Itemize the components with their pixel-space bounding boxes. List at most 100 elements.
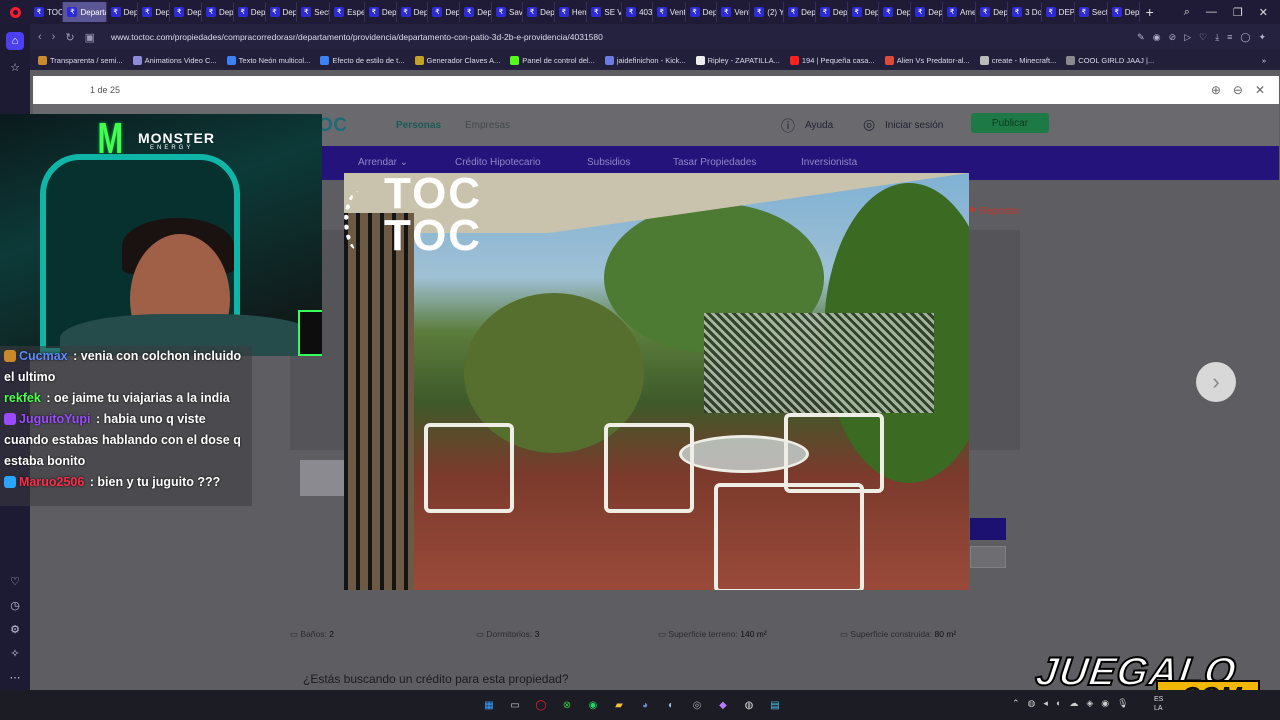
help-icon[interactable]: ⓘ — [781, 116, 795, 136]
edit-icon[interactable]: ✎ — [1137, 32, 1145, 43]
nav-login[interactable]: Iniciar sesión — [885, 120, 943, 131]
browser-tab[interactable]: ₹ Dep — [686, 2, 718, 22]
browser-tab[interactable]: ₹ Dep — [202, 2, 234, 22]
browser-tab[interactable]: ₹ TOC — [30, 2, 64, 22]
nav-personas[interactable]: Personas — [396, 120, 441, 131]
bookmarks-more-icon[interactable]: » — [1262, 56, 1266, 65]
user-icon[interactable]: ◎ — [863, 116, 875, 133]
spotify-icon[interactable]: ◉ — [584, 696, 602, 714]
browser-tab[interactable]: ₹ Herr — [555, 2, 588, 22]
home-icon[interactable]: ⌂ — [6, 32, 24, 50]
start-icon[interactable]: ▦ — [480, 696, 498, 714]
browser-tab[interactable]: ₹ Dep — [397, 2, 429, 22]
browser-tab[interactable]: ₹ Dep — [428, 2, 461, 22]
url-field[interactable]: www.toctoc.com/propiedades/compracorredo… — [111, 32, 1127, 42]
browser-tab[interactable]: ₹ SE V — [587, 2, 623, 22]
menu-arrendar[interactable]: Arrendar ⌄ — [358, 157, 408, 168]
bookmark-item[interactable]: Transparenta / semi... — [38, 55, 123, 65]
tray-app-icon[interactable]: ◉ — [1101, 698, 1109, 709]
browser-tab[interactable]: ₹ Sav — [492, 2, 524, 22]
download-icon[interactable]: ⤓ — [1215, 32, 1219, 43]
obs-icon[interactable]: ◎ — [688, 696, 706, 714]
notepad-icon[interactable]: ▤ — [766, 696, 784, 714]
browser-tab[interactable]: ₹ Ame — [943, 2, 977, 22]
back-icon[interactable]: ‹ — [38, 31, 42, 43]
menu-subsidios[interactable]: Subsidios — [587, 157, 630, 168]
secondary-button[interactable] — [970, 546, 1006, 568]
bookmark-item[interactable]: Panel de control del... — [510, 55, 595, 65]
profile-icon[interactable]: ◯ — [1240, 32, 1250, 43]
contact-button[interactable] — [970, 518, 1006, 540]
browser-tab[interactable]: ₹ Dep — [879, 2, 912, 22]
bookmark-item[interactable]: Alien Vs Predator-al... — [884, 55, 970, 65]
more-icon[interactable]: ⋯ — [6, 668, 24, 686]
browser-tab[interactable]: ₹ Dep — [266, 2, 298, 22]
minimize-icon[interactable]: — — [1206, 6, 1217, 19]
browser-tab[interactable]: ₹ Dep — [1108, 2, 1140, 22]
browser-tab[interactable]: ₹403 — [622, 2, 653, 22]
reload-icon[interactable]: ↻ — [65, 31, 74, 44]
new-tab-button[interactable]: + — [1140, 4, 1160, 20]
zoom-in-icon[interactable]: ⊕ — [1211, 83, 1221, 97]
browser-tab[interactable]: ₹ Dep — [911, 2, 944, 22]
bookmark-item[interactable]: Ripley - ZAPATILLA... — [695, 55, 780, 65]
bookmark-item[interactable]: 194 | Pequeña casa... — [789, 55, 875, 65]
bookmark-item[interactable]: create - Minecraft... — [979, 55, 1056, 65]
browser-tab[interactable]: ₹ (2) Y — [750, 2, 785, 22]
browser-tab[interactable]: ₹ Dep — [784, 2, 816, 22]
discord-icon[interactable]: ◕ — [636, 696, 654, 714]
heart-outline-icon[interactable]: ♡ — [1199, 32, 1207, 43]
opera-logo-icon[interactable] — [0, 0, 30, 24]
report-link[interactable]: ⚑ Reportar — [968, 206, 1019, 217]
steam-icon[interactable]: ◐ — [662, 696, 680, 714]
cloud-icon[interactable]: ☁ — [1069, 698, 1078, 709]
camera-icon[interactable]: ◉ — [1153, 32, 1161, 43]
browser-tab[interactable]: ₹ Vent — [653, 2, 686, 22]
tray-app-icon[interactable]: ◂ — [1043, 698, 1048, 709]
bookmark-item[interactable]: COOL GIRLD JAAJ |... — [1066, 55, 1154, 65]
xbox-icon[interactable]: ⊗ — [558, 696, 576, 714]
bookmark-item[interactable]: jaidefinichon - Kick... — [604, 55, 686, 65]
browser-tab[interactable]: ₹ Dep — [234, 2, 266, 22]
extension-icon[interactable]: ✦ — [1258, 32, 1266, 43]
bookmark-item[interactable]: Efecto de estilo de t... — [320, 55, 405, 65]
search-icon[interactable]: ⌕ — [1184, 6, 1190, 19]
speed-dial-icon[interactable]: ☆ — [6, 58, 24, 76]
browser-tab[interactable]: ₹ Dep — [365, 2, 397, 22]
menu-inversionista[interactable]: Inversionista — [801, 157, 857, 168]
nav-empresas[interactable]: Empresas — [465, 120, 510, 131]
close-gallery-icon[interactable]: ✕ — [1255, 83, 1265, 97]
tray-app-icon[interactable]: ◍ — [1028, 698, 1036, 709]
microphone-icon[interactable]: 🎙︎ — [1117, 698, 1128, 709]
heart-icon[interactable]: ♡ — [6, 572, 24, 590]
app-icon[interactable]: ◆ — [714, 696, 732, 714]
browser-tab[interactable]: ₹3 Do — [1008, 2, 1042, 22]
opera-taskbar-icon[interactable]: ◯ — [532, 696, 550, 714]
browser-tab[interactable]: ₹ Sect — [297, 2, 331, 22]
settings-icon[interactable]: ⚙ — [6, 620, 24, 638]
browser-tab[interactable]: ₹ Dep — [170, 2, 202, 22]
menu-tasar[interactable]: Tasar Propiedades — [673, 157, 756, 168]
block-icon[interactable]: ⊘ — [1169, 32, 1177, 43]
language-indicator[interactable]: ES LA — [1154, 695, 1163, 713]
browser-tab[interactable]: ₹ Sect — [1075, 2, 1108, 22]
browser-tab[interactable]: ₹ Dep — [138, 2, 171, 22]
browser-tab[interactable]: ₹ Dep — [523, 2, 555, 22]
chevron-up-icon[interactable]: ⌃ — [1012, 698, 1020, 709]
lightbulb-icon[interactable]: ✧ — [6, 644, 24, 662]
browser-tab[interactable]: ₹ Dep — [976, 2, 1009, 22]
browser-tab[interactable]: ₹ Departa — [63, 2, 107, 22]
browser-tab[interactable]: ₹ Dep — [848, 2, 880, 22]
browser-tab[interactable]: ₹ Dep — [107, 2, 139, 22]
property-photo[interactable]: TOC TOC — [344, 173, 969, 590]
bookmark-item[interactable]: Texto Neón multicol... — [226, 55, 310, 65]
browser-tab[interactable]: ₹ Dep — [816, 2, 848, 22]
folder-icon[interactable]: ▰ — [610, 696, 628, 714]
close-icon[interactable]: ✕ — [1259, 6, 1268, 19]
zoom-out-icon[interactable]: ⊖ — [1233, 83, 1243, 97]
restore-icon[interactable]: ❐ — [1233, 6, 1243, 19]
browser-tab[interactable]: ₹ Espe — [330, 2, 365, 22]
chrome-icon[interactable]: ◍ — [740, 696, 758, 714]
bookmark-item[interactable]: Generador Claves A... — [414, 55, 500, 65]
tray-app-icon[interactable]: ◈ — [1086, 698, 1093, 709]
